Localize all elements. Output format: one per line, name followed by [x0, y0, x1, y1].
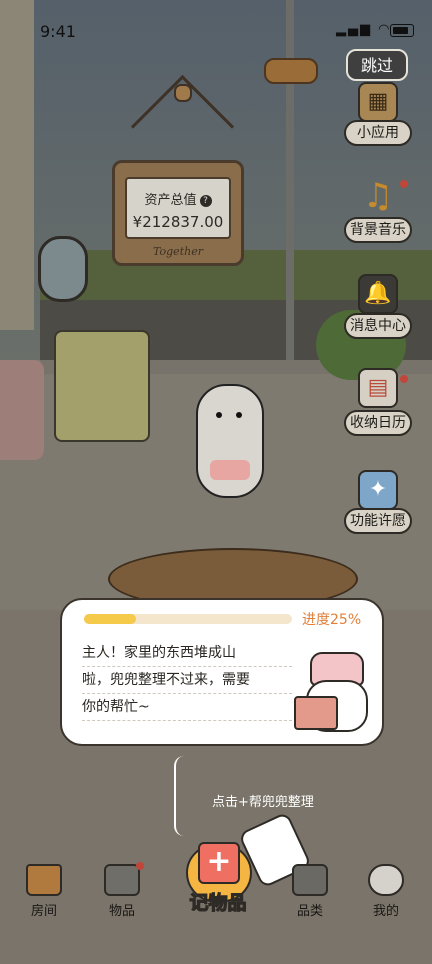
asset-label: 资产总值?: [127, 189, 229, 208]
battery-icon: [390, 24, 414, 37]
tab-mine[interactable]: 我的: [356, 864, 416, 919]
wish-icon[interactable]: ✦: [358, 470, 398, 510]
badge-dot: [400, 180, 408, 188]
dialog-line: 主人！家里的东西堆成山: [82, 640, 292, 667]
side-item-calendar[interactable]: 收纳日历: [344, 410, 412, 436]
badge-dot: [136, 862, 144, 870]
side-item-music[interactable]: 背景音乐: [344, 217, 412, 243]
house-icon: [26, 864, 62, 896]
tab-label: 我的: [372, 904, 399, 919]
side-item-wish[interactable]: 功能许愿: [344, 508, 412, 534]
tab-room[interactable]: 房间: [14, 864, 74, 919]
signal-wifi-icon: ▂▄▆ ◠: [336, 22, 392, 37]
progress-fill: [84, 614, 136, 624]
side-item-mini-app[interactable]: 小应用: [344, 120, 412, 146]
side-item-messages[interactable]: 消息中心: [344, 313, 412, 339]
dialog-message: 主人！家里的东西堆成山 啦，兜兜整理不过来，需要 你的帮忙~: [82, 640, 292, 721]
boxes-icon: [292, 864, 328, 896]
chair: [0, 360, 44, 460]
window-post: [286, 0, 294, 380]
tab-label: 房间: [30, 904, 57, 919]
help-icon[interactable]: ?: [199, 195, 212, 207]
tab-items[interactable]: 物品: [92, 862, 152, 919]
plus-icon: +: [198, 842, 240, 884]
skip-button[interactable]: 跳过: [346, 49, 408, 81]
mini-app-icon[interactable]: ▦: [358, 82, 398, 122]
asset-total-sign[interactable]: 资产总值? ¥212837.00 Together: [112, 160, 244, 266]
dog-face-icon: [368, 864, 404, 896]
dialog-line: 你的帮忙~: [82, 694, 292, 721]
record-label: 记物品: [189, 891, 247, 914]
progress-bar: [84, 614, 292, 624]
dog-eye: [236, 412, 242, 418]
dog-eye: [216, 412, 222, 418]
progress-label: 进度25%: [302, 612, 362, 628]
music-note-icon[interactable]: ♫: [358, 178, 398, 218]
sign-signature: Together: [153, 245, 203, 258]
dog-holding-box-icon: [294, 642, 376, 742]
tutorial-dialog[interactable]: 进度25% 主人！家里的东西堆成山 啦，兜兜整理不过来，需要 你的帮忙~: [60, 598, 384, 746]
dresser: [54, 330, 150, 442]
asset-value: ¥212837.00: [132, 213, 224, 231]
curtain: [0, 0, 34, 330]
nail-icon: [174, 84, 192, 102]
box-icon: [104, 864, 140, 896]
tab-label: 品类: [296, 904, 323, 919]
dog-character[interactable]: [196, 384, 264, 498]
dialog-line: 啦，兜兜整理不过来，需要: [82, 667, 292, 694]
hint-text: 点击+帮兜兜整理: [212, 795, 314, 810]
status-time: 9:41: [40, 22, 76, 41]
bell-icon[interactable]: 🔔: [358, 274, 398, 314]
badge-dot: [400, 375, 408, 383]
tab-categories[interactable]: 品类: [280, 864, 340, 919]
hint-arrow: [174, 756, 196, 836]
tab-label: 物品: [108, 904, 135, 919]
mirror: [38, 236, 88, 302]
bone-icon[interactable]: [264, 58, 318, 84]
dog-diaper: [210, 460, 250, 480]
calendar-icon[interactable]: ▤: [358, 368, 398, 408]
